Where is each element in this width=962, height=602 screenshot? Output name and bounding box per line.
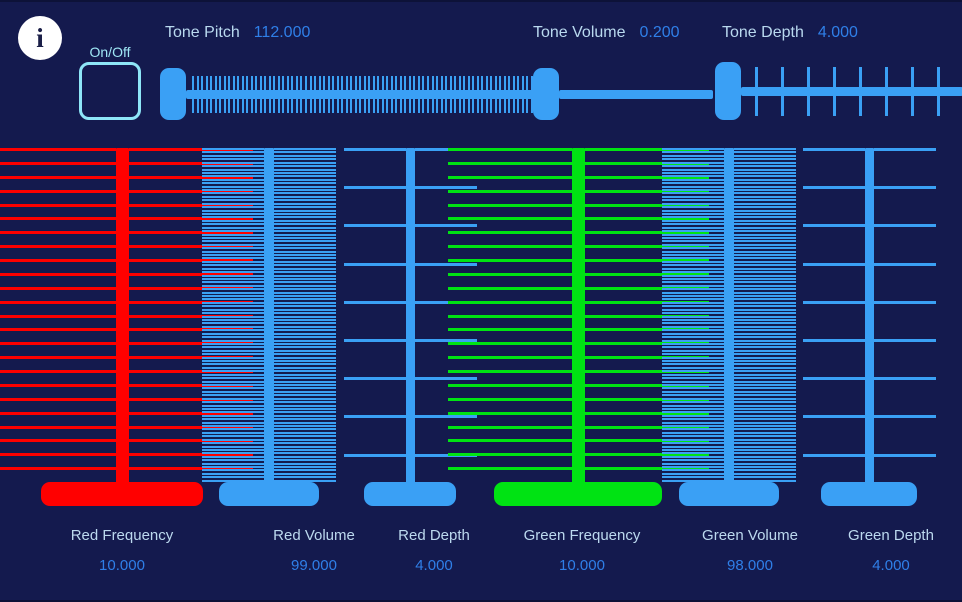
channel-slider-tick [802,301,865,304]
channel-slider-label: Green Frequency [523,527,641,544]
channel-slider-value: 99.000 [291,557,337,574]
channel-slider-tick [202,469,264,471]
channel-slider-tick [873,415,936,418]
channel-slider-tick [662,463,724,465]
channel-slider-tick [873,186,936,189]
channel-slider-value: 10.000 [99,557,145,574]
channel-slider-tick [802,454,865,457]
channel-slider-tick [202,473,264,475]
channel-slider-tick [202,476,264,478]
channel-slider-tick [802,339,865,342]
channel-slider-tick [802,186,865,189]
channel-slider-tick [274,466,336,468]
channel-slider-tick [873,301,936,304]
channel-slider-label: Green Depth [848,527,934,544]
channel-slider-tick [447,467,572,470]
channel-slider-tick [662,476,724,478]
channel-slider-value: 98.000 [727,557,773,574]
channel-slider-stem[interactable] [864,148,874,488]
channel-slider-value: 4.000 [415,557,453,574]
channel-slider-tick [0,467,116,470]
channel-slider-label: Red Volume [273,527,355,544]
channel-slider-tick [734,469,796,471]
channel-slider-tick [734,463,796,465]
channel-slider-tick [802,377,865,380]
channel-slider-tick [274,463,336,465]
channel-slider-label: Red Frequency [70,527,174,544]
channel-slider-label: Green Volume [702,527,798,544]
channel-slider-tick [873,263,936,266]
channel-slider-tick [873,224,936,227]
channel-slider-tick [274,469,336,471]
channel-slider-tick [662,469,724,471]
channel-slider-tick [873,339,936,342]
channel-slider-handle[interactable] [494,482,662,506]
channel-slider-tick [802,224,865,227]
channel-slider-tick [274,473,336,475]
channel-slider-handle[interactable] [679,482,779,506]
channel-slider-handle[interactable] [41,482,203,506]
channel-slider-handle[interactable] [219,482,319,506]
channel-slider-tick [734,466,796,468]
channel-slider-tick [802,415,865,418]
channel-slider-tick [202,463,264,465]
channel-slider-tick [662,466,724,468]
channel-slider-green-depth[interactable]: Green Depth 4.000 [0,2,962,574]
channel-slider-tick [734,473,796,475]
channel-slider-value: 4.000 [872,557,910,574]
channel-slider-tick [802,148,865,151]
channel-slider-label: Red Depth [398,527,470,544]
channel-slider-handle[interactable] [821,482,917,506]
channel-slider-tick [802,263,865,266]
channel-slider-value: 10.000 [559,557,605,574]
channel-slider-tick [873,377,936,380]
channel-slider-tick [873,148,936,151]
channel-slider-tick [873,454,936,457]
channel-slider-tick [202,466,264,468]
channel-slider-tick [274,476,336,478]
channel-slider-tick [662,473,724,475]
app-root: i On/Off Tone Pitch 112.000 Tone Volume 0.2… [0,0,962,602]
channel-slider-tick [734,476,796,478]
channel-slider-handle[interactable] [364,482,456,506]
